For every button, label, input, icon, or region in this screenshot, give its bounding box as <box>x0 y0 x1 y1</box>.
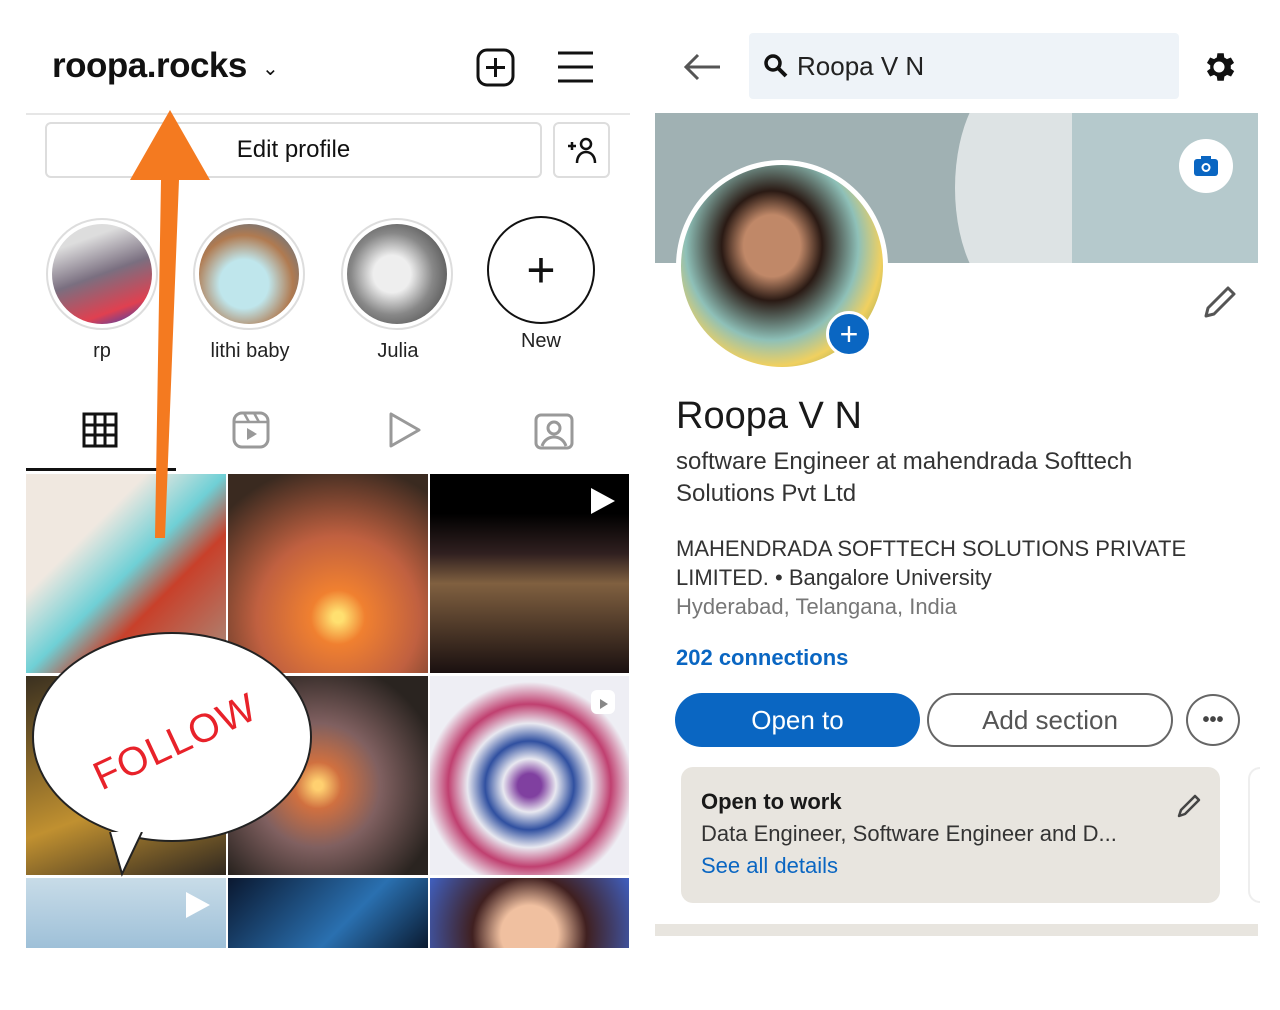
edit-pencil-icon[interactable] <box>1202 284 1238 320</box>
search-value: Roopa V N <box>797 50 925 81</box>
highlight-label: New <box>520 330 561 352</box>
plus-icon: + <box>839 316 859 352</box>
profile-location: Hyderabad, Telangana, India <box>676 594 957 619</box>
highlight-label: Julia <box>377 340 419 362</box>
open-to-work-roles: Data Engineer, Software Engineer and D..… <box>701 821 1117 846</box>
divider <box>26 113 630 115</box>
open-to-button[interactable]: Open to <box>675 693 920 747</box>
open-to-work-title: Open to work <box>701 789 842 814</box>
back-arrow-icon[interactable] <box>682 52 722 82</box>
plus-icon: + <box>526 242 556 298</box>
post-thumbnail[interactable] <box>26 878 226 948</box>
grid-icon[interactable] <box>82 410 122 450</box>
see-all-details-link[interactable]: See all details <box>701 853 1200 879</box>
profile-company-education: MAHENDRADA SOFTTECH SOLUTIONS PRIVATE LI… <box>676 536 1187 590</box>
username-switcher[interactable]: roopa.rocks <box>52 46 247 86</box>
edit-pencil-icon[interactable] <box>1176 793 1202 819</box>
search-icon <box>764 54 788 78</box>
video-play-icon <box>186 892 210 918</box>
reels-badge-icon <box>591 690 615 714</box>
more-options-button[interactable]: ••• <box>1186 694 1240 746</box>
add-person-icon <box>567 137 596 164</box>
menu-icon[interactable] <box>558 50 594 84</box>
edit-banner-button[interactable] <box>1179 139 1233 193</box>
video-icon[interactable] <box>386 410 426 450</box>
tagged-icon[interactable] <box>534 410 574 450</box>
section-divider <box>655 924 1258 936</box>
post-thumbnail[interactable] <box>228 474 428 673</box>
profile-name: Roopa V N <box>676 395 862 437</box>
video-play-icon <box>591 488 615 514</box>
add-story-button[interactable]: + <box>826 311 872 357</box>
reels-icon[interactable] <box>232 410 272 450</box>
open-to-work-card[interactable]: Open to work Data Engineer, Software Eng… <box>681 767 1220 903</box>
post-thumbnail[interactable] <box>430 474 629 673</box>
settings-gear-icon[interactable] <box>1200 48 1238 86</box>
new-highlight-button[interactable]: + <box>487 216 595 324</box>
search-input[interactable]: Roopa V N <box>749 33 1179 99</box>
highlight-julia[interactable] <box>341 218 453 330</box>
chevron-down-icon[interactable]: ⌄ <box>262 56 279 81</box>
add-section-button[interactable]: Add section <box>927 693 1173 747</box>
orange-arrow-annotation <box>130 110 210 538</box>
post-thumbnail[interactable] <box>430 878 629 948</box>
speech-bubble-tail <box>109 832 143 877</box>
connections-link[interactable]: 202 connections <box>676 645 848 671</box>
post-thumbnail[interactable] <box>228 878 428 948</box>
create-post-icon[interactable] <box>476 48 516 88</box>
edit-profile-button[interactable]: Edit profile <box>45 122 542 178</box>
profile-headline: software Engineer at mahendrada Softtech… <box>676 448 1133 507</box>
camera-icon <box>1194 156 1218 176</box>
next-card-peek <box>1248 767 1260 903</box>
discover-people-button[interactable] <box>553 122 610 178</box>
post-thumbnail[interactable] <box>430 676 629 875</box>
